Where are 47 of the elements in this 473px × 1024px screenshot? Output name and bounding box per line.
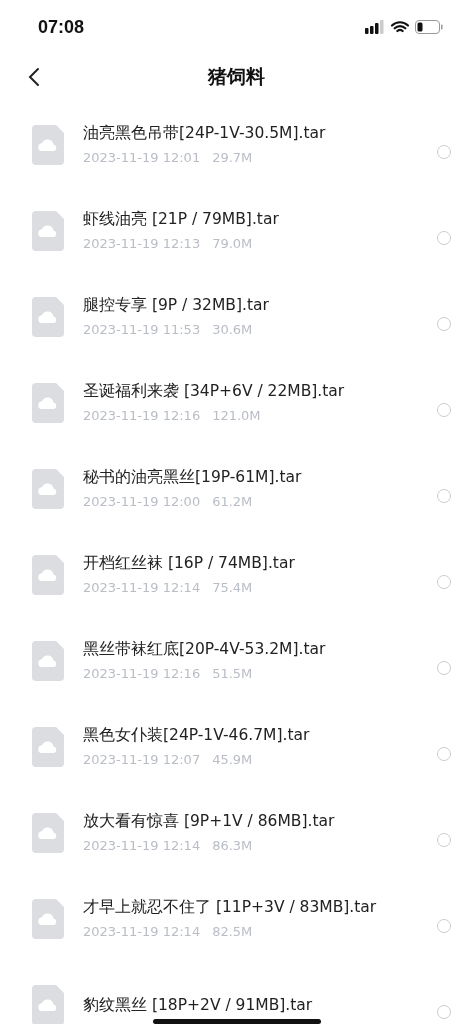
file-icon bbox=[32, 813, 64, 853]
file-date: 2023-11-19 11:53 bbox=[83, 322, 201, 337]
file-name: 放大看有惊喜 [9P+1V / 86MB].tar bbox=[83, 813, 336, 830]
file-icon bbox=[32, 297, 64, 337]
clock: 07:08 bbox=[38, 16, 85, 38]
file-date: 2023-11-19 12:13 bbox=[83, 236, 201, 251]
file-icon bbox=[32, 641, 64, 681]
file-date: 2023-11-19 12:01 bbox=[83, 150, 201, 165]
signal-icon bbox=[365, 20, 385, 34]
file-icon bbox=[32, 125, 64, 165]
file-icon bbox=[32, 899, 64, 939]
file-size: 86.3M bbox=[212, 838, 253, 853]
file-size: 45.9M bbox=[212, 752, 253, 767]
file-size: 75.4M bbox=[212, 580, 253, 595]
file-size: 121.0M bbox=[212, 408, 261, 423]
file-date: 2023-11-19 12:14 bbox=[83, 924, 201, 939]
file-name: 油亮黑色吊带[24P-1V-30.5M].tar bbox=[83, 125, 327, 142]
file-icon bbox=[32, 211, 64, 251]
file-size: 29.7M bbox=[212, 150, 253, 165]
file-name: 圣诞福利来袭 [34P+6V / 22MB].tar bbox=[83, 383, 346, 400]
file-date: 2023-11-19 12:07 bbox=[83, 752, 201, 767]
file-date: 2023-11-19 12:00 bbox=[83, 494, 201, 509]
file-date: 2023-11-19 12:16 bbox=[83, 408, 201, 423]
file-icon bbox=[32, 383, 64, 423]
file-size: 79.0M bbox=[212, 236, 253, 251]
file-icon bbox=[32, 555, 64, 595]
file-name: 腿控专享 [9P / 32MB].tar bbox=[83, 297, 270, 314]
file-name: 黑色女仆装[24P-1V-46.7M].tar bbox=[83, 727, 311, 744]
file-icon bbox=[32, 727, 64, 767]
file-name: 才早上就忍不住了 [11P+3V / 83MB].tar bbox=[83, 899, 378, 916]
file-name: 黑丝带袜红底[20P-4V-53.2M].tar bbox=[83, 641, 327, 658]
wifi-icon bbox=[391, 20, 409, 34]
file-size: 30.6M bbox=[212, 322, 253, 337]
file-size: 51.5M bbox=[212, 666, 253, 681]
file-icon bbox=[32, 985, 64, 1024]
file-size: 61.2M bbox=[212, 494, 253, 509]
file-name: 开档红丝袜 [16P / 74MB].tar bbox=[83, 555, 296, 572]
file-date: 2023-11-19 12:14 bbox=[83, 580, 201, 595]
battery-icon bbox=[415, 20, 443, 34]
file-name: 豹纹黑丝 [18P+2V / 91MB].tar bbox=[83, 996, 314, 1014]
file-date: 2023-11-19 12:14 bbox=[83, 838, 201, 853]
file-date: 2023-11-19 12:16 bbox=[83, 666, 201, 681]
file-icon bbox=[32, 469, 64, 509]
file-name: 虾线油亮 [21P / 79MB].tar bbox=[83, 211, 280, 228]
file-size: 82.5M bbox=[212, 924, 253, 939]
page-title: 猪饲料 bbox=[208, 64, 265, 89]
file-name: 秘书的油亮黑丝[19P-61M].tar bbox=[83, 469, 303, 486]
